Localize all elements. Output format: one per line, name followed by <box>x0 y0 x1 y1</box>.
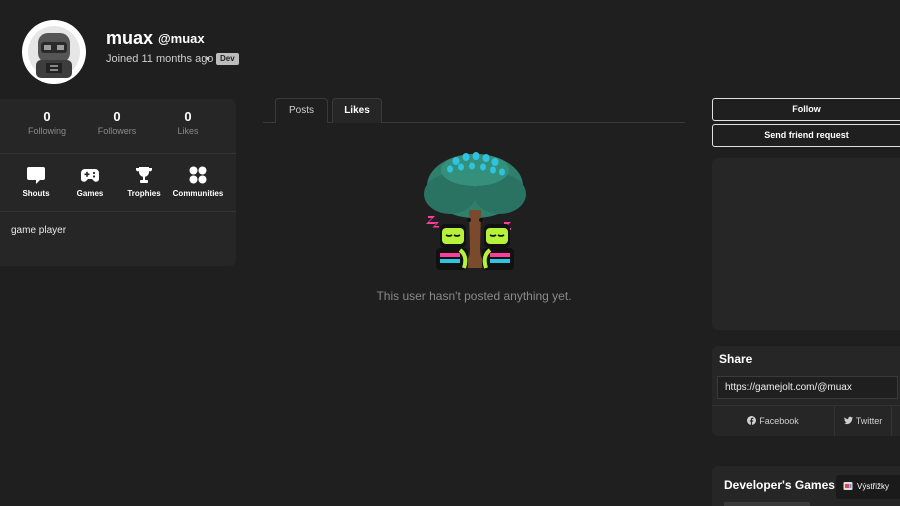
clip-button[interactable]: Výstřižky <box>836 475 900 499</box>
sleeping-tree-illustration <box>424 152 526 270</box>
communities-icon <box>189 166 207 184</box>
game-thumbnail[interactable] <box>724 502 810 506</box>
joined-date: Joined 11 months ago <box>106 53 214 65</box>
facebook-icon <box>747 416 757 425</box>
developer-games-title: Developer's Games <box>724 478 835 492</box>
ad-placeholder <box>712 158 900 330</box>
display-name: muax <box>106 28 154 48</box>
avatar[interactable] <box>22 20 86 84</box>
send-friend-request-button[interactable]: Send friend request <box>712 124 900 147</box>
share-url-input[interactable] <box>717 376 898 399</box>
separator-dot: • <box>206 53 210 65</box>
divider <box>0 153 236 154</box>
stat-value: 0 <box>43 109 51 124</box>
share-twitter-button[interactable]: Twitter <box>835 406 892 436</box>
username: @muax <box>158 31 205 46</box>
follow-button[interactable]: Follow <box>712 98 900 121</box>
empty-feed-message: This user hasn't posted anything yet. <box>376 289 572 303</box>
tab-likes[interactable]: Likes <box>332 98 382 123</box>
trophy-icon <box>136 167 152 183</box>
shouts-icon <box>27 167 45 184</box>
stat-value: 0 <box>113 109 121 124</box>
stats-row: 0 Following 0 Followers 0 Likes <box>0 109 236 153</box>
clip-label: Výstřižky <box>857 482 889 491</box>
divider <box>0 211 236 212</box>
twitter-label: Twitter <box>855 416 883 426</box>
profile-card: 0 Following 0 Followers 0 Likes Shouts G… <box>0 99 236 266</box>
stat-followers[interactable]: 0 Followers <box>82 109 152 136</box>
share-card: Share Facebook Twitter <box>712 346 900 436</box>
robot-avatar-icon <box>28 26 80 78</box>
stat-likes[interactable]: 0 Likes <box>153 109 223 136</box>
stat-value: 0 <box>184 109 192 124</box>
twitter-icon <box>843 416 853 425</box>
gamepad-icon <box>81 169 99 182</box>
stat-label: Likes <box>177 126 199 136</box>
nav-label: Communities <box>172 189 224 198</box>
share-title: Share <box>719 352 753 366</box>
share-facebook-button[interactable]: Facebook <box>712 406 835 436</box>
stat-label: Following <box>27 126 67 136</box>
facebook-label: Facebook <box>759 416 799 426</box>
nav-communities[interactable]: Communities <box>163 165 233 198</box>
stat-label: Followers <box>97 126 137 136</box>
dev-badge: Dev <box>216 53 239 65</box>
clip-icon <box>843 482 853 490</box>
bio-text: game player <box>11 225 67 236</box>
stat-following[interactable]: 0 Following <box>12 109 82 136</box>
tab-posts[interactable]: Posts <box>275 98 328 123</box>
